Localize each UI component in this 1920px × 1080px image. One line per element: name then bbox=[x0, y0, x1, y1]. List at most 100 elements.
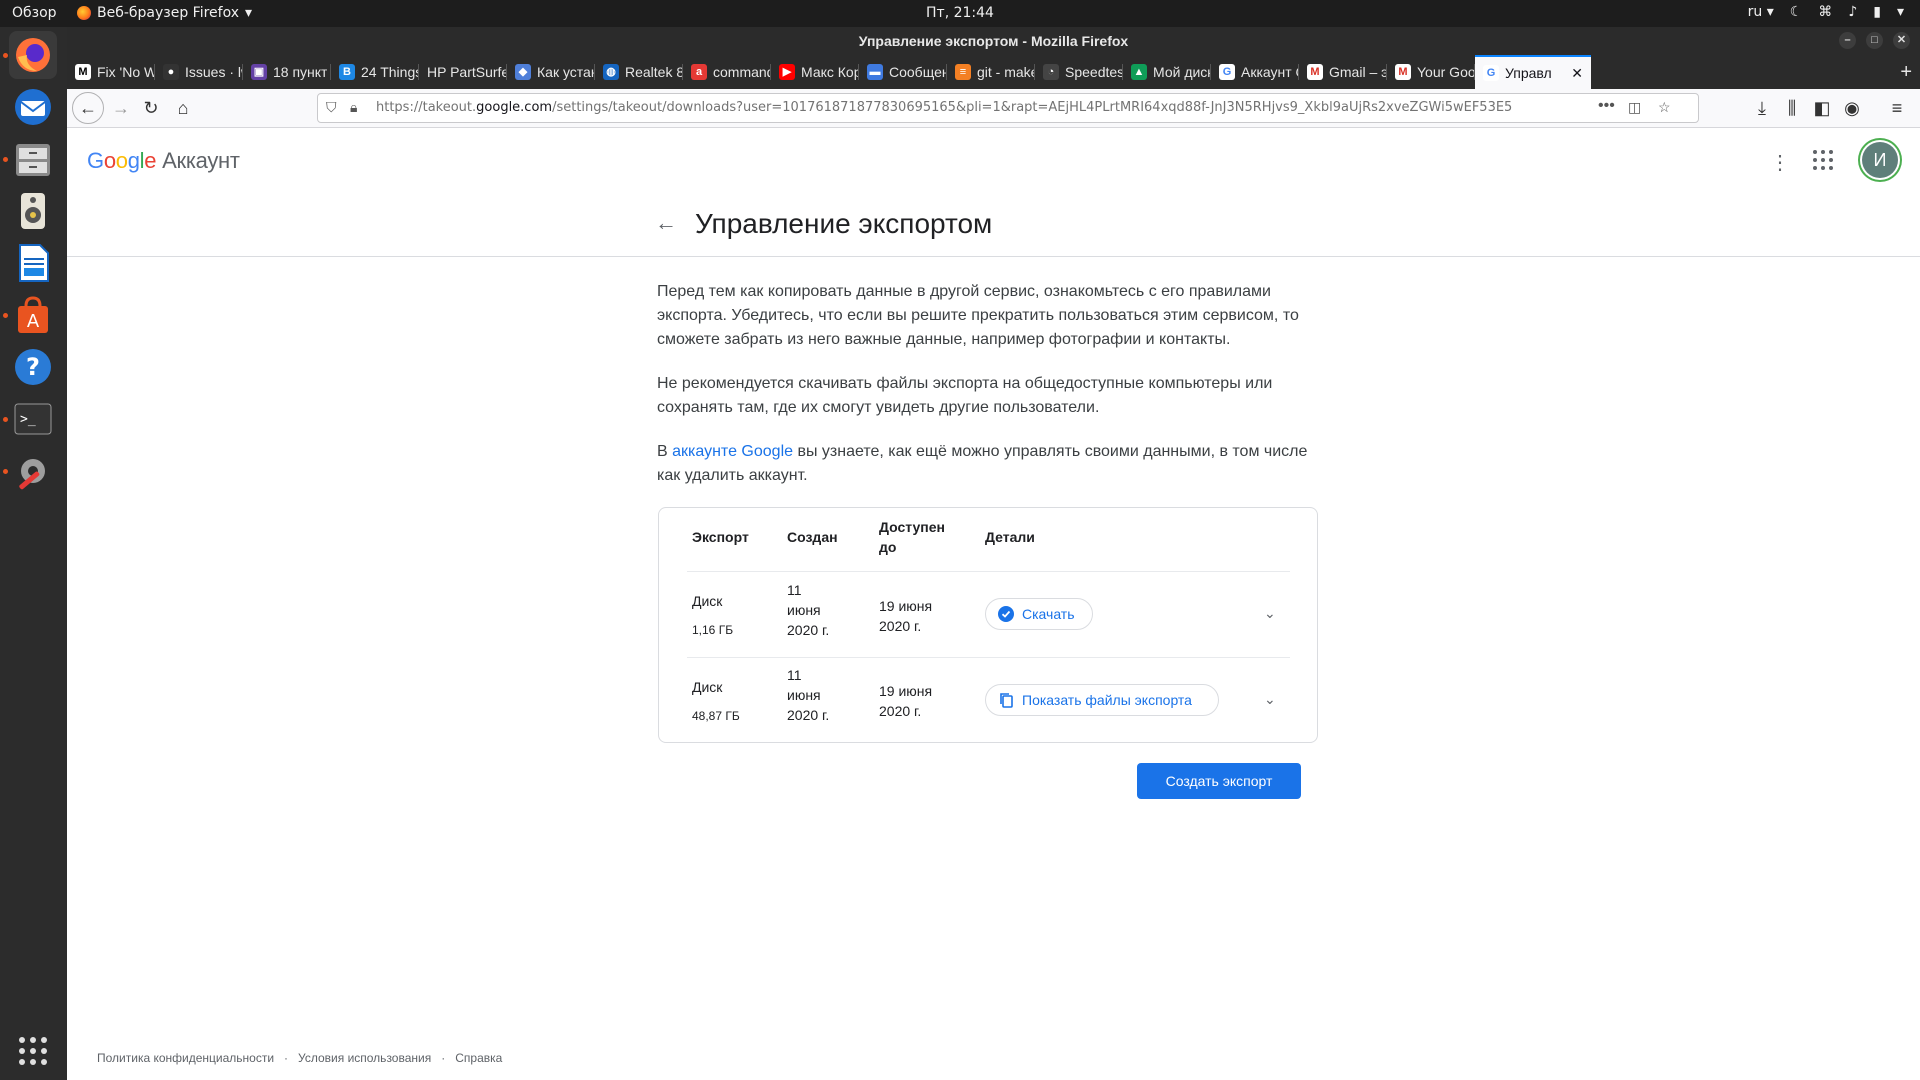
G-favicon-icon: G bbox=[1219, 64, 1235, 80]
account-icon[interactable]: ◉ bbox=[1840, 96, 1864, 120]
firefox-launcher[interactable] bbox=[9, 31, 57, 79]
chevron-down-icon: ▾ bbox=[245, 5, 253, 21]
clock[interactable]: Пт, 21:44 bbox=[926, 5, 994, 21]
download-label: Скачать bbox=[1022, 606, 1075, 622]
drive-favicon-icon: ▲ bbox=[1131, 64, 1147, 80]
browser-tab[interactable]: ▶ Макс Кор bbox=[771, 57, 859, 87]
rhythmbox-launcher[interactable] bbox=[9, 187, 57, 235]
browser-tab[interactable]: ▣ 18 пункт bbox=[243, 57, 331, 87]
browser-tab[interactable]: ≡ git - make bbox=[947, 57, 1035, 87]
browser-tab[interactable]: M Your Goo bbox=[1387, 57, 1475, 87]
avatar[interactable]: И bbox=[1862, 142, 1898, 178]
library-icon[interactable]: ⫼ bbox=[1780, 96, 1804, 120]
terms-link[interactable]: Условия использования bbox=[298, 1051, 431, 1065]
google-account-logo[interactable]: Google Аккаунт bbox=[87, 148, 240, 174]
svg-text:?: ? bbox=[26, 353, 40, 381]
browser-tab[interactable]: HP PartSurfe bbox=[419, 57, 507, 87]
settings-launcher[interactable] bbox=[9, 447, 57, 495]
shield-icon[interactable]: ⛉ bbox=[326, 99, 337, 116]
divider bbox=[687, 657, 1290, 658]
browser-tab[interactable]: B 24 Things bbox=[331, 57, 419, 87]
system-menu-chevron-icon[interactable]: ▾ bbox=[1897, 4, 1904, 20]
download-button[interactable]: Скачать bbox=[985, 598, 1093, 630]
column-header-export: Экспорт bbox=[692, 529, 749, 545]
google-account-link[interactable]: аккаунте Google bbox=[672, 443, 793, 460]
window-title: Управление экспортом - Mozilla Firefox bbox=[858, 33, 1129, 49]
browser-tab[interactable]: ● Issues · lw bbox=[155, 57, 243, 87]
back-arrow-icon[interactable]: ← bbox=[655, 210, 677, 236]
reload-button[interactable]: ↻ bbox=[139, 96, 163, 120]
tab-strip: M Fix 'No W ● Issues · lw ▣ 18 пункт B 24 Thing… bbox=[67, 55, 1920, 89]
export-size: 1,16 ГБ bbox=[692, 623, 734, 637]
new-tab-button[interactable]: + bbox=[1900, 61, 1912, 84]
G-favicon-icon: G bbox=[1483, 65, 1499, 81]
youtube-favicon-icon: ▶ bbox=[779, 64, 795, 80]
downloads-icon[interactable]: ⤓ bbox=[1750, 96, 1774, 120]
files-launcher[interactable] bbox=[9, 135, 57, 183]
browser-tab[interactable]: ◔ Speedtes bbox=[1035, 57, 1123, 87]
google-apps-icon[interactable] bbox=[1811, 148, 1835, 172]
export-created: 11 июня 2020 г. bbox=[787, 667, 830, 723]
volume-icon[interactable]: ♪ bbox=[1848, 4, 1857, 20]
home-button[interactable]: ⌂ bbox=[171, 96, 195, 120]
help-link[interactable]: Справка bbox=[455, 1051, 502, 1065]
tab-label: Your Goo bbox=[1417, 64, 1475, 80]
battery-icon[interactable]: ▮ bbox=[1873, 4, 1881, 20]
browser-tab[interactable]: ◍ Realtek 8 bbox=[595, 57, 683, 87]
browser-tab[interactable]: a command bbox=[683, 57, 771, 87]
privacy-link[interactable]: Политика конфиденциальности bbox=[97, 1051, 274, 1065]
browser-tab[interactable]: ▬ Сообщен bbox=[859, 57, 947, 87]
sidebar-icon[interactable]: ◧ bbox=[1810, 96, 1834, 120]
lock-icon[interactable]: 🔒︎ bbox=[350, 99, 357, 116]
create-export-button[interactable]: Создать экспорт bbox=[1137, 763, 1301, 799]
dock: A ? >_ bbox=[0, 27, 67, 1080]
bookmark-star-icon[interactable]: ☆ bbox=[1658, 99, 1671, 116]
forward-button[interactable]: → bbox=[109, 96, 133, 120]
night-light-icon[interactable]: ☾ bbox=[1790, 4, 1803, 20]
pocket-icon[interactable]: ◫ bbox=[1628, 99, 1641, 116]
check-circle-icon bbox=[998, 606, 1014, 622]
document-icon bbox=[19, 244, 49, 282]
tab-label: 24 Things bbox=[361, 64, 419, 80]
so-favicon-icon: ≡ bbox=[955, 64, 971, 80]
expand-chevron-icon[interactable]: ⌄ bbox=[1264, 605, 1276, 622]
copy-icon bbox=[1000, 693, 1013, 708]
menu-icon[interactable]: ≡ bbox=[1885, 96, 1909, 120]
browser-tab[interactable]: ◆ Как устан bbox=[507, 57, 595, 87]
column-header-available: Доступен до bbox=[879, 519, 945, 555]
network-icon[interactable]: ⌘ bbox=[1818, 4, 1832, 20]
back-button[interactable]: ← bbox=[72, 92, 104, 124]
pin-favicon-icon: ◆ bbox=[515, 64, 531, 80]
browser-tab[interactable]: G Аккаунт G bbox=[1211, 57, 1299, 87]
maximize-button[interactable]: □ bbox=[1866, 32, 1883, 49]
help-launcher[interactable]: ? bbox=[9, 343, 57, 391]
browser-tab[interactable]: ▲ Мой диск bbox=[1123, 57, 1211, 87]
close-window-button[interactable]: ✕ bbox=[1893, 32, 1910, 49]
tools-icon bbox=[19, 459, 45, 490]
page-title: Управление экспортом bbox=[695, 208, 993, 239]
minimize-button[interactable]: – bbox=[1839, 32, 1856, 49]
page-actions-icon[interactable]: ••• bbox=[1598, 97, 1615, 115]
keyboard-layout[interactable]: ru ▾ bbox=[1748, 4, 1774, 20]
tab-label: Управл bbox=[1505, 65, 1552, 81]
writer-launcher[interactable] bbox=[9, 239, 57, 287]
url-text[interactable]: https://takeout.google.com/settings/take… bbox=[376, 100, 1586, 115]
github-favicon-icon: ● bbox=[163, 64, 179, 80]
help-icon: ? bbox=[15, 349, 51, 385]
browser-tab[interactable]: G Управл ✕ bbox=[1475, 55, 1591, 89]
app-menu[interactable]: Веб-браузер Firefox ▾ bbox=[77, 5, 252, 21]
close-tab-icon[interactable]: ✕ bbox=[1571, 65, 1583, 82]
more-options-icon[interactable]: ⋮ bbox=[1770, 150, 1790, 175]
show-apps-button[interactable] bbox=[9, 1027, 57, 1075]
software-launcher[interactable]: A bbox=[9, 291, 57, 339]
divider bbox=[687, 571, 1290, 572]
browser-tab[interactable]: M Gmail – эл bbox=[1299, 57, 1387, 87]
browser-tab[interactable]: M Fix 'No W bbox=[67, 57, 155, 87]
url-bar[interactable]: ⛉ 🔒︎ https://takeout.google.com/settings… bbox=[317, 93, 1699, 123]
show-export-files-button[interactable]: Показать файлы экспорта bbox=[985, 684, 1219, 716]
page-title-row: ← Управление экспортом bbox=[67, 192, 1920, 257]
expand-chevron-icon[interactable]: ⌄ bbox=[1264, 691, 1276, 708]
thunderbird-launcher[interactable] bbox=[9, 83, 57, 131]
activities-button[interactable]: Обзор bbox=[12, 5, 57, 21]
terminal-launcher[interactable]: >_ bbox=[9, 395, 57, 443]
